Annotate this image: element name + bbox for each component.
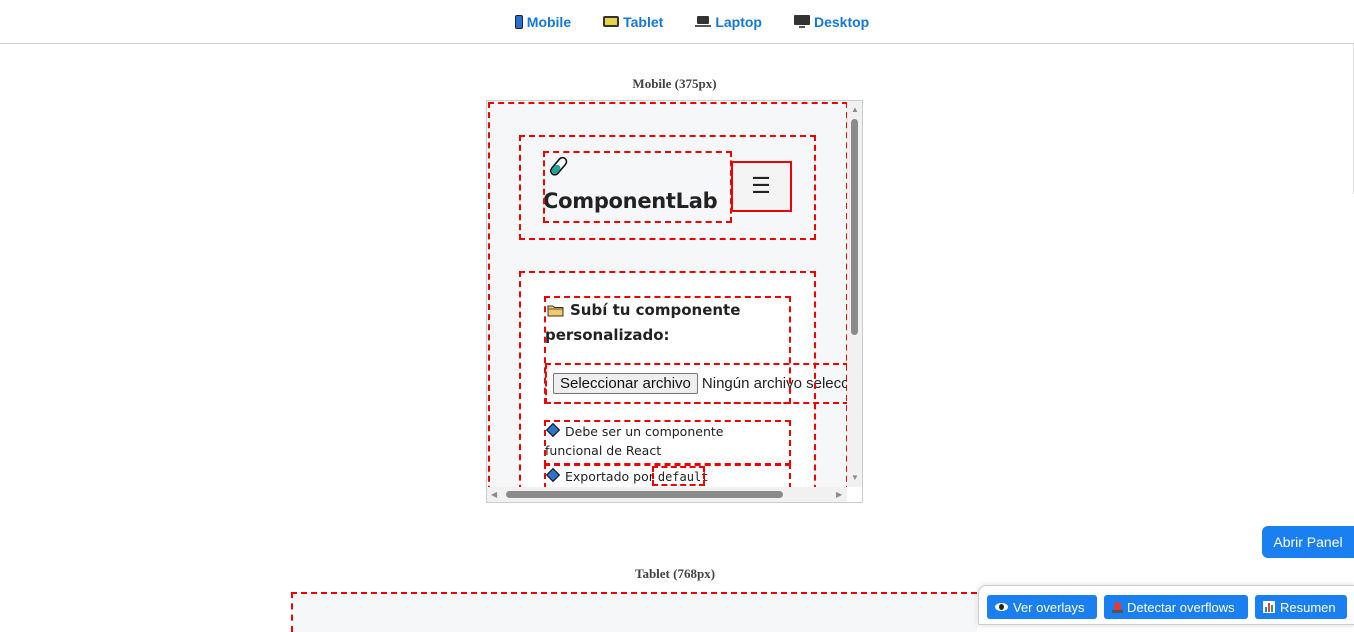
tablet-frame-label: Tablet (768px): [634, 566, 716, 581]
siren-icon: [1112, 601, 1123, 613]
mobile-preview-frame: ComponentLab ☰ Subí tu componente person…: [486, 100, 863, 503]
tablet-icon: [603, 16, 620, 27]
mobile-viewport: ComponentLab ☰ Subí tu componente person…: [487, 101, 849, 487]
nav-laptop[interactable]: Laptop: [695, 14, 762, 30]
horizontal-scroll-thumb[interactable]: [506, 491, 783, 498]
nav-desktop[interactable]: Desktop: [793, 14, 869, 30]
scroll-up-icon[interactable]: ▲: [851, 105, 859, 114]
laptop-icon: [695, 16, 712, 27]
tablet-preview-frame: [291, 592, 977, 632]
nav-mobile[interactable]: Mobile: [514, 14, 571, 30]
desktop-icon: [793, 15, 810, 28]
device-nav: Mobile Tablet Laptop Desktop: [0, 0, 1354, 44]
bar-chart-icon: [1263, 601, 1275, 613]
tools-panel: Ver overlays Detectar overflows Resumen: [978, 585, 1354, 625]
detect-overflows-button[interactable]: Detectar overflows: [1104, 595, 1248, 619]
scroll-down-icon[interactable]: ▼: [851, 473, 859, 482]
mobile-phone-icon: [514, 14, 523, 29]
overlay-outline: [545, 363, 849, 404]
scroll-right-icon[interactable]: ▶: [836, 490, 842, 499]
vertical-scrollbar[interactable]: ▲ ▼: [847, 101, 862, 487]
mobile-frame-label: Mobile (375px): [632, 76, 717, 91]
overlay-outline: [652, 466, 705, 486]
overlay-outline: [543, 151, 732, 223]
open-panel-button[interactable]: Abrir Panel: [1262, 526, 1354, 558]
overlay-outline: [544, 420, 791, 466]
overlay-outline: [731, 161, 792, 212]
nav-tablet[interactable]: Tablet: [603, 14, 663, 30]
scroll-corner: [847, 487, 862, 502]
summary-button[interactable]: Resumen: [1255, 595, 1347, 619]
horizontal-scrollbar[interactable]: ◀ ▶: [487, 487, 849, 502]
view-overlays-button[interactable]: Ver overlays: [987, 595, 1097, 619]
scroll-left-icon[interactable]: ◀: [491, 490, 497, 499]
eye-icon: [995, 603, 1008, 611]
vertical-scroll-thumb[interactable]: [851, 119, 858, 335]
